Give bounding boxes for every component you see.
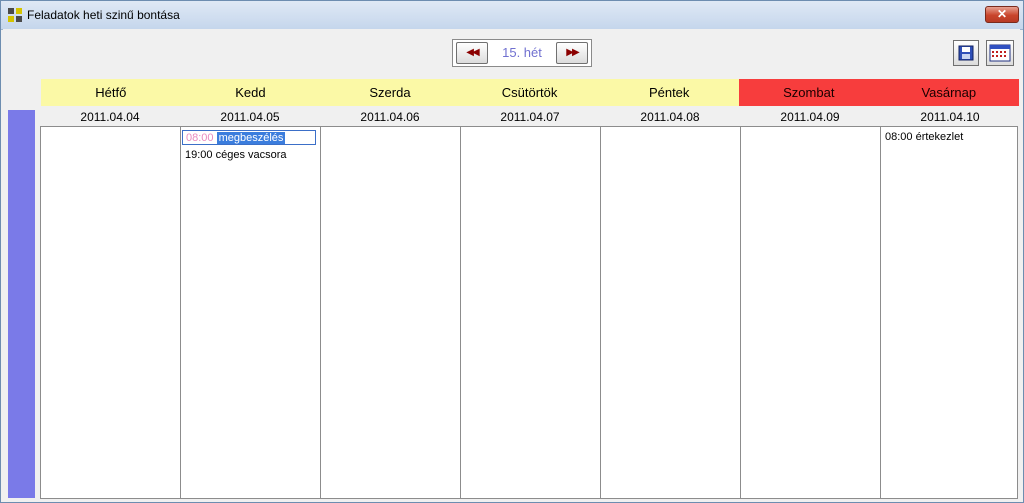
day-column-0[interactable] (40, 126, 181, 499)
event-title: értekezlet (915, 131, 964, 143)
day-header-5: Szombat (739, 79, 879, 106)
event-time: 08:00 (186, 132, 214, 144)
day-header-1: Kedd (180, 79, 321, 106)
week-label: 15. hét (502, 45, 542, 60)
calendar-button[interactable] (986, 40, 1014, 66)
event-title: megbeszélés (216, 132, 286, 144)
previous-week-button[interactable]: ◀◀ (456, 42, 488, 64)
close-icon: ✕ (996, 7, 1008, 21)
day-date-4: 2011.04.08 (640, 110, 700, 124)
event-title: céges vacsora (215, 149, 287, 161)
day-column-5[interactable] (740, 126, 881, 499)
event-time: 08:00 (885, 131, 913, 143)
save-button[interactable] (953, 40, 979, 66)
event-time: 19:00 (185, 149, 213, 161)
day-column-6[interactable]: 08:00 értekezlet (880, 126, 1018, 499)
event-item[interactable]: 08:00 értekezlet (885, 130, 963, 145)
close-button[interactable]: ✕ (985, 6, 1019, 23)
save-icon (958, 45, 974, 61)
day-header-0: Hétfő (41, 79, 181, 106)
day-date-1: 2011.04.05 (220, 110, 280, 124)
day-date-6: 2011.04.10 (920, 110, 980, 124)
day-column-4[interactable] (600, 126, 741, 499)
window-title: Feladatok heti szinű bontása (27, 8, 180, 22)
day-date-2: 2011.04.06 (360, 110, 420, 124)
title-bar[interactable]: Feladatok heti szinű bontása ✕ (1, 1, 1023, 30)
day-header-3: Csütörtök (459, 79, 600, 106)
next-week-button[interactable]: ▶▶ (556, 42, 588, 64)
fast-forward-icon: ▶▶ (566, 47, 579, 58)
event-item[interactable]: 19:00 céges vacsora (185, 148, 287, 163)
day-column-1[interactable]: 08:00 megbeszélés 19:00 céges vacsora (180, 126, 321, 499)
event-item[interactable]: 08:00 megbeszélés (182, 130, 316, 145)
day-column-2[interactable] (320, 126, 461, 499)
day-date-3: 2011.04.07 (500, 110, 560, 124)
day-header-4: Péntek (599, 79, 739, 106)
day-date-5: 2011.04.09 (780, 110, 840, 124)
week-navigator: ◀◀ 15. hét ▶▶ (452, 39, 592, 67)
day-header-2: Szerda (320, 79, 460, 106)
rewind-icon: ◀◀ (466, 47, 479, 58)
day-date-0: 2011.04.04 (80, 110, 140, 124)
app-icon (8, 8, 22, 22)
calendar-icon (989, 44, 1011, 62)
time-strip (8, 110, 35, 498)
day-header-6: Vasárnap (878, 79, 1019, 106)
day-column-3[interactable] (460, 126, 601, 499)
